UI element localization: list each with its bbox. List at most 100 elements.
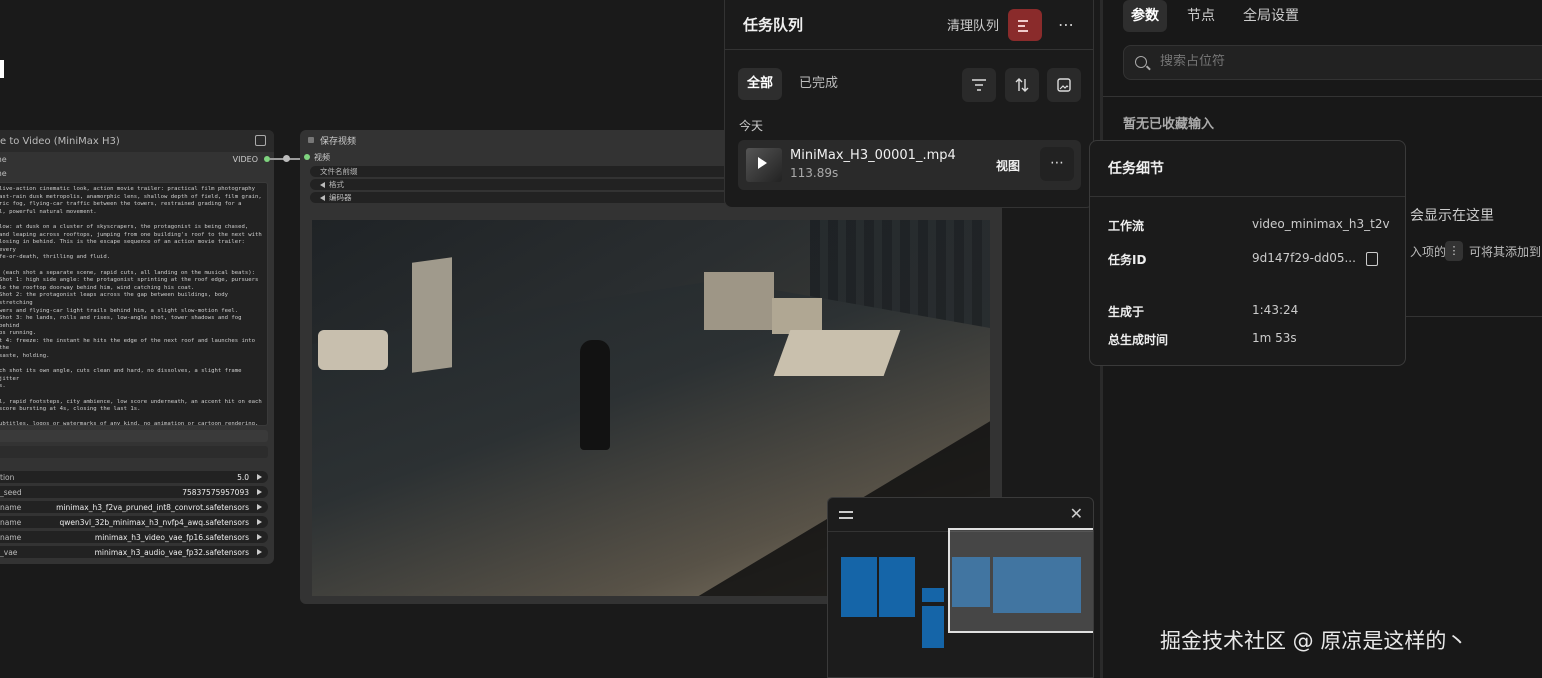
output-label: VIDEO (232, 154, 258, 164)
preview-door (412, 257, 452, 373)
empty-hint-line2: 入项的 (1410, 245, 1447, 259)
widget-text-encoder-name[interactable]: name qwen3vl_32b_minimax_h3_nvfp4_awq.sa… (0, 516, 268, 528)
slot-label: me (0, 154, 7, 164)
tab-nodes[interactable]: 节点 (1179, 0, 1223, 32)
close-icon[interactable]: ✕ (1070, 504, 1083, 523)
filter-icon[interactable] (962, 68, 996, 102)
widget-audio-vae[interactable]: _vae minimax_h3_audio_vae_fp32.safetenso… (0, 546, 268, 558)
canvas-edge-mark (0, 60, 4, 78)
node-title-text: e to Video (MiniMax H3) (0, 135, 120, 147)
increment-arrow-icon[interactable] (257, 504, 262, 510)
node-collapse-icon[interactable] (308, 137, 314, 143)
minimap[interactable]: ✕ (827, 497, 1094, 678)
clear-queue-button[interactable] (1008, 8, 1042, 41)
widget-value: minimax_h3_video_vae_fp16.safetensors (94, 532, 249, 542)
tab-all[interactable]: 全部 (738, 68, 783, 100)
tab-params[interactable]: 参数 (1123, 0, 1167, 32)
preview-hvac-unit (704, 272, 774, 330)
empty-hint-line2-end: 可将其添加到 (1469, 245, 1542, 259)
input-slot: me (0, 166, 274, 180)
detail-label: 工作流 (1108, 219, 1145, 233)
queue-header: 任务队列 清理队列 ⋯ (725, 0, 1093, 50)
minimap-node (879, 557, 915, 617)
widget-label: name (0, 532, 22, 542)
minimap-viewport[interactable] (948, 528, 1093, 633)
copy-icon[interactable] (1366, 252, 1378, 266)
widget-model-name[interactable]: name minimax_h3_f2va_pruned_int8_convrot… (0, 501, 268, 513)
queue-item[interactable]: MiniMax_H3_00001_.mp4 113.89s 视图 ⋯ (738, 140, 1081, 190)
empty-favorites-title: 暂无已收藏输入 (1123, 117, 1215, 132)
sort-icon[interactable] (1005, 68, 1039, 102)
slot-label: me (0, 168, 7, 178)
empty-widget[interactable] (0, 446, 268, 458)
item-filename: MiniMax_H3_00001_.mp4 (790, 148, 956, 163)
node-title[interactable]: e to Video (MiniMax H3) (0, 130, 274, 152)
widget-duration[interactable]: tion 5.0 (0, 471, 268, 483)
task-detail-popup: 任务细节 工作流 video_minimax_h3_t2v 任务ID 9d147… (1089, 140, 1406, 366)
search-icon (1135, 56, 1147, 68)
widget-label: 格式 (329, 180, 344, 189)
item-duration: 113.89s (790, 166, 839, 180)
detail-value: 1:43:24 (1252, 303, 1299, 317)
widget-value: minimax_h3_audio_vae_fp32.safetensors (94, 547, 249, 557)
widget-value: minimax_h3_f2va_pruned_int8_convrot.safe… (56, 502, 249, 512)
detail-label: 任务ID (1108, 253, 1147, 267)
search-input[interactable] (1160, 54, 1460, 69)
detail-value: 1m 53s (1252, 331, 1297, 345)
widget-label: _seed (0, 487, 22, 497)
clear-queue-label: 清理队列 (946, 19, 999, 34)
detail-label: 总生成时间 (1108, 333, 1169, 347)
preview-runner (580, 340, 610, 450)
tab-global-settings[interactable]: 全局设置 (1235, 0, 1307, 32)
empty-widget[interactable] (0, 430, 268, 442)
detail-label: 生成于 (1108, 305, 1145, 319)
task-queue-panel: 任务队列 清理队列 ⋯ 全部 已完成 今天 MiniMax_H3_00001_.… (724, 0, 1094, 208)
text-to-video-node[interactable]: e to Video (MiniMax H3) me VIDEO me live… (0, 130, 274, 564)
detail-title: 任务细节 (1090, 141, 1405, 197)
increment-arrow-icon[interactable] (257, 519, 262, 525)
node-title-text: 保存视频 (320, 136, 357, 147)
more-icon[interactable]: ⋯ (1040, 147, 1074, 181)
widget-video-vae-name[interactable]: name minimax_h3_video_vae_fp16.safetenso… (0, 531, 268, 543)
minimap-header: ✕ (828, 498, 1093, 532)
preview-rooftop-block (773, 330, 901, 376)
increment-arrow-icon[interactable] (257, 549, 262, 555)
settings-sliders-icon[interactable] (839, 509, 853, 521)
panel-tabs: 参数 节点 全局设置 (1123, 0, 1307, 32)
widget-seed[interactable]: _seed 75837575957093 (0, 486, 268, 498)
queue-title: 任务队列 (743, 16, 804, 34)
increment-arrow-icon[interactable] (257, 489, 262, 495)
view-button[interactable]: 视图 (996, 157, 1020, 174)
search-field[interactable] (1123, 45, 1542, 80)
expand-icon[interactable] (255, 135, 266, 146)
watermark: 掘金技术社区 @ 原凉是这样的丶 (1160, 629, 1468, 653)
preview-hvac-unit (772, 298, 822, 334)
decrement-arrow-icon[interactable] (320, 181, 325, 188)
minimap-node (922, 606, 944, 648)
prompt-textarea[interactable]: live-action cinematic look, action movie… (0, 182, 268, 426)
detail-value: video_minimax_h3_t2v (1252, 217, 1390, 231)
increment-arrow-icon[interactable] (257, 474, 262, 480)
minimap-node (841, 557, 877, 617)
slot-label: 视频 (314, 152, 330, 162)
widget-value: 5.0 (237, 472, 249, 482)
detail-value: 9d147f29-dd05... (1252, 251, 1356, 265)
play-icon[interactable] (758, 157, 767, 169)
link-midpoint[interactable] (283, 155, 290, 162)
decrement-arrow-icon[interactable] (320, 194, 325, 201)
input-slot: me VIDEO (0, 152, 274, 166)
tab-completed[interactable]: 已完成 (790, 68, 847, 100)
queue-tabs: 全部 已完成 (738, 68, 847, 100)
widget-label: 文件名前缀 (320, 167, 358, 176)
widget-value: 75837575957093 (182, 487, 249, 497)
widget-label: 编码器 (329, 193, 352, 202)
widget-label: tion (0, 472, 15, 482)
input-connector[interactable] (304, 154, 310, 160)
more-icon[interactable]: ⋯ (1058, 15, 1075, 34)
increment-arrow-icon[interactable] (257, 534, 262, 540)
widget-label: name (0, 517, 22, 527)
divider (1103, 96, 1542, 97)
section-today: 今天 (739, 119, 764, 133)
image-view-icon[interactable] (1047, 68, 1081, 102)
